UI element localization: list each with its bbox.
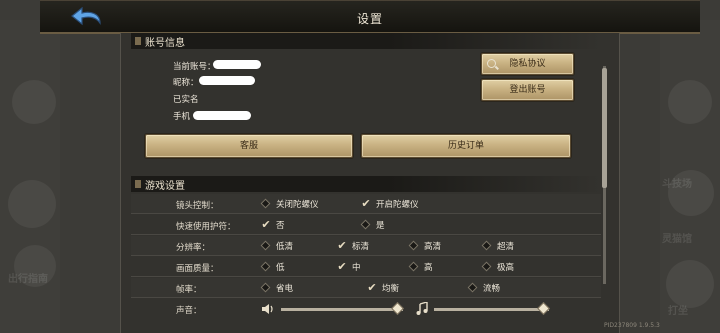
quick-talisman-row: 快速使用护符： ✔ 否 是 xyxy=(131,215,601,235)
option-label: 否 xyxy=(276,221,285,231)
option-label: 低清 xyxy=(276,242,294,252)
option-label: 高清 xyxy=(424,242,442,252)
order-history-button[interactable]: 历史订单 xyxy=(361,134,571,158)
redacted-phone xyxy=(193,111,251,120)
quality-row: 画面质量： 低 ✔ 中 高 极高 xyxy=(131,257,601,277)
background-medallion xyxy=(668,80,712,124)
music-slider-thumb[interactable] xyxy=(537,302,550,315)
unchecked-diamond-icon xyxy=(480,260,494,274)
row-label: 帧率： xyxy=(176,285,202,295)
option-label: 高 xyxy=(424,263,433,273)
section-marker-icon xyxy=(135,37,141,45)
checkmark-icon: ✔ xyxy=(361,197,371,210)
settings-panel: 账号信息 当前账号： 昵称： 已实名 手机 隐私协议 登出账号 客服 历史订单 … xyxy=(120,33,620,333)
game-section-header: 游戏设置 xyxy=(131,176,601,192)
speaker-icon xyxy=(262,304,273,314)
option-label: 均衡 xyxy=(382,284,400,294)
unchecked-diamond-icon xyxy=(407,239,421,253)
option-label: 开启陀螺仪 xyxy=(376,200,419,210)
background-medallion xyxy=(12,80,56,124)
option-label: 标清 xyxy=(352,242,370,252)
unchecked-diamond-icon xyxy=(259,197,273,211)
background-text: 灵猫馆 xyxy=(662,234,692,245)
section-marker-icon xyxy=(135,180,141,188)
left-background-art: 出行指南 xyxy=(0,20,60,333)
unchecked-diamond-icon xyxy=(259,260,273,274)
row-label: 声音： xyxy=(176,306,202,316)
option-label: 中 xyxy=(352,263,361,273)
page-title: 设置 xyxy=(356,12,383,26)
unchecked-diamond-icon xyxy=(480,239,494,253)
checkmark-icon: ✔ xyxy=(337,239,347,252)
background-text: 出行指南 xyxy=(8,274,48,285)
background-text: 打坐 xyxy=(668,306,688,317)
nickname-label: 昵称： xyxy=(173,78,199,88)
right-background-art: 斗技场 灵猫馆 打坐 xyxy=(660,20,720,333)
privacy-policy-label: 隐私协议 xyxy=(509,59,546,69)
checkmark-icon: ✔ xyxy=(367,281,377,294)
unchecked-diamond-icon xyxy=(359,218,373,232)
order-history-label: 历史订单 xyxy=(447,141,484,151)
logout-button[interactable]: 登出账号 xyxy=(481,79,574,101)
checkmark-icon: ✔ xyxy=(261,218,271,231)
music-volume-slider[interactable] xyxy=(434,299,550,319)
option-label: 关闭陀螺仪 xyxy=(276,200,319,210)
row-label: 分辨率： xyxy=(176,243,211,253)
game-section-title: 游戏设置 xyxy=(145,181,185,192)
unchecked-diamond-icon xyxy=(407,260,421,274)
unchecked-diamond-icon xyxy=(259,281,273,295)
redacted-nickname xyxy=(199,76,255,85)
phone-label: 手机 xyxy=(173,112,191,122)
camera-control-row: 镜头控制： 关闭陀螺仪 ✔ 开启陀螺仪 xyxy=(131,194,601,214)
sound-volume-slider[interactable] xyxy=(281,299,404,319)
music-note-icon xyxy=(416,302,428,315)
top-bar: 设置 xyxy=(40,0,700,34)
option-label: 省电 xyxy=(276,284,294,294)
search-icon xyxy=(487,59,496,68)
option-label: 超清 xyxy=(497,242,515,252)
music-slider-track xyxy=(434,308,549,311)
customer-service-button[interactable]: 客服 xyxy=(145,134,353,158)
version-label: PID237809 1.9.5.3 xyxy=(604,322,660,329)
volume-row: 声音： xyxy=(131,299,601,319)
privacy-policy-button[interactable]: 隐私协议 xyxy=(481,53,574,75)
row-label: 镜头控制： xyxy=(176,201,219,211)
account-section-title: 账号信息 xyxy=(145,38,185,49)
background-medallion xyxy=(666,260,714,308)
checkmark-icon: ✔ xyxy=(337,260,347,273)
unchecked-diamond-icon xyxy=(466,281,480,295)
background-text: 斗技场 xyxy=(662,179,692,190)
resolution-row: 分辨率： 低清 ✔ 标清 高清 超清 xyxy=(131,236,601,256)
option-label: 低 xyxy=(276,263,285,273)
account-section-header: 账号信息 xyxy=(131,33,601,49)
framerate-row: 帧率： 省电 ✔ 均衡 流畅 xyxy=(131,278,601,298)
option-label: 极高 xyxy=(497,263,515,273)
option-label: 是 xyxy=(376,221,385,231)
sound-slider-thumb[interactable] xyxy=(391,302,404,315)
current-account-label: 当前账号： xyxy=(173,62,216,72)
sound-slider-track xyxy=(281,308,403,311)
redacted-account xyxy=(213,60,261,69)
option-label: 流畅 xyxy=(483,284,501,294)
realname-status: 已实名 xyxy=(173,95,199,105)
row-label: 画面质量： xyxy=(176,264,219,274)
scrollbar-thumb[interactable] xyxy=(602,68,607,188)
unchecked-diamond-icon xyxy=(259,239,273,253)
background-medallion xyxy=(8,180,56,228)
logout-label: 登出账号 xyxy=(509,85,546,95)
row-label: 快速使用护符： xyxy=(176,222,236,232)
customer-service-label: 客服 xyxy=(239,141,258,151)
